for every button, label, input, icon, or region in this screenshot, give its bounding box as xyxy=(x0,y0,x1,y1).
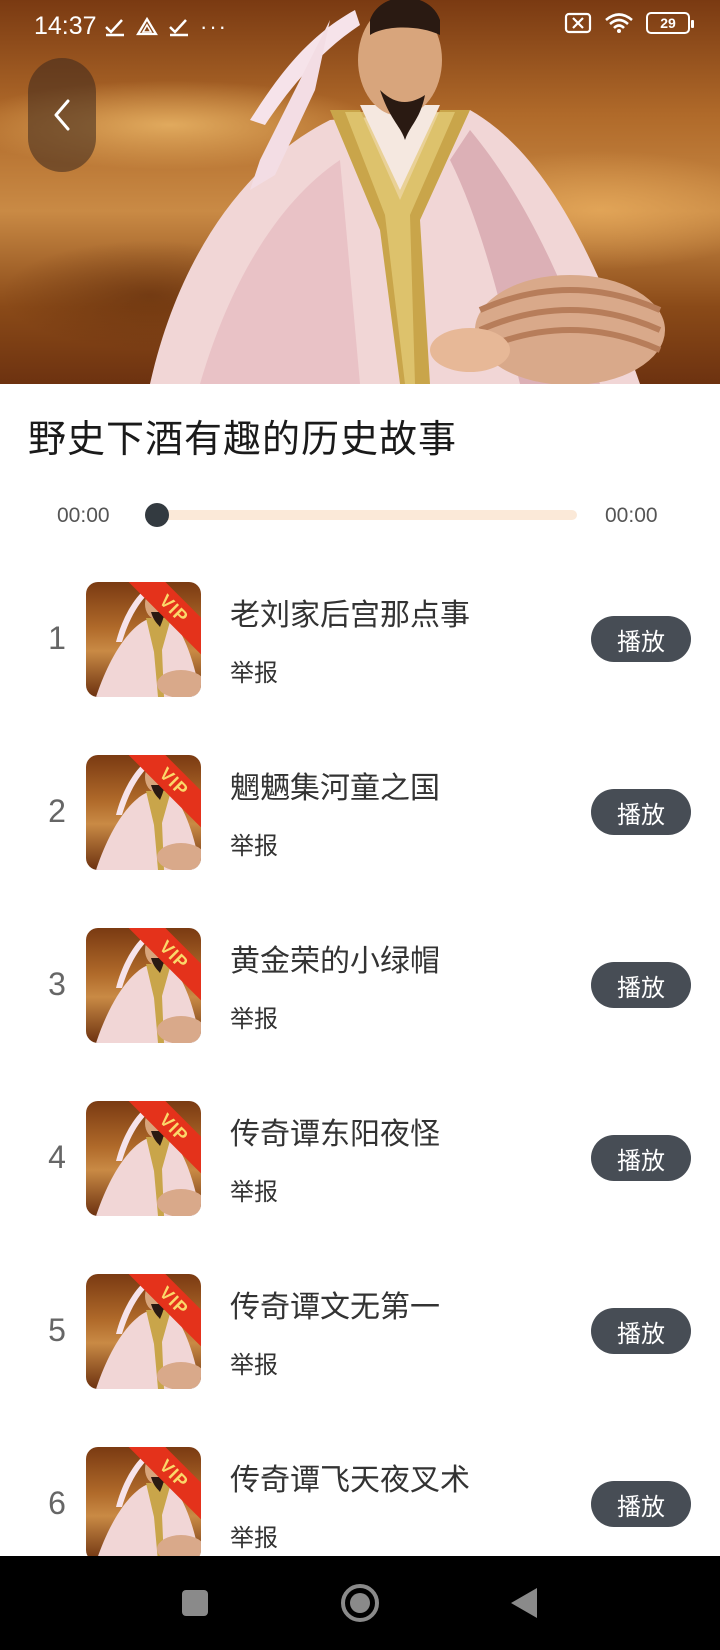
status-time: 14:37 xyxy=(34,12,97,40)
report-link[interactable]: 举报 xyxy=(230,1518,278,1553)
home-button[interactable] xyxy=(300,1556,420,1650)
playback-progress: 00:00 00:00 xyxy=(0,496,720,536)
track-cover-thumbnail: VIP xyxy=(86,582,201,697)
report-link[interactable]: 举报 xyxy=(230,1172,278,1207)
track-title: 魍魉集河童之国 xyxy=(230,771,440,806)
more-dots-icon: ··· xyxy=(200,14,228,39)
play-button[interactable]: 播放 xyxy=(591,616,691,662)
sage-thumbnail-illustration xyxy=(96,1453,201,1562)
track-cover-thumbnail: VIP xyxy=(86,928,201,1043)
drive-icon xyxy=(136,17,158,36)
track-index: 6 xyxy=(48,1485,66,1521)
sage-thumbnail-illustration xyxy=(96,761,201,870)
system-back-button[interactable] xyxy=(464,1556,584,1650)
recents-button[interactable] xyxy=(135,1556,255,1650)
track-title: 传奇谭东阳夜怪 xyxy=(230,1117,440,1152)
album-title: 野史下酒有趣的历史故事 xyxy=(28,417,458,461)
track-cover-thumbnail: VIP xyxy=(86,755,201,870)
check-download-icon xyxy=(169,19,188,37)
play-button[interactable]: 播放 xyxy=(591,1135,691,1181)
progress-slider[interactable] xyxy=(145,503,577,527)
track-list-item[interactable]: 4 VIP 传奇谭东阳夜怪 举报 播放 xyxy=(0,1087,720,1260)
back-button[interactable] xyxy=(28,58,96,172)
track-list-item[interactable]: 2 VIP 魍魉集河童之国 举报 播放 xyxy=(0,741,720,914)
battery-icon: 29 xyxy=(646,12,694,34)
track-title: 传奇谭文无第一 xyxy=(230,1290,440,1325)
album-cover-banner xyxy=(0,0,720,384)
track-list-item[interactable]: 1 VIP 老刘家后宫那点事 举报 播放 xyxy=(0,568,720,741)
wifi-icon xyxy=(605,13,633,33)
track-index: 3 xyxy=(48,966,66,1002)
report-link[interactable]: 举报 xyxy=(230,999,278,1034)
home-circle-icon xyxy=(341,1584,379,1622)
check-download-icon xyxy=(105,19,124,37)
track-index: 5 xyxy=(48,1312,66,1348)
no-sim-icon xyxy=(564,12,592,34)
track-cover-thumbnail: VIP xyxy=(86,1274,201,1389)
play-button[interactable]: 播放 xyxy=(591,789,691,835)
sage-thumbnail-illustration xyxy=(96,1107,201,1216)
sage-thumbnail-illustration xyxy=(96,588,201,697)
report-link[interactable]: 举报 xyxy=(230,653,278,688)
recents-square-icon xyxy=(182,1590,208,1616)
report-link[interactable]: 举报 xyxy=(230,826,278,861)
progress-thumb[interactable] xyxy=(145,503,169,527)
track-list: 1 VIP 老刘家后宫那点事 举报 播放 2 VIP 魍魉集河童之国 举报 播放… xyxy=(0,568,720,1606)
sage-figure-illustration xyxy=(150,0,665,384)
sage-thumbnail-illustration xyxy=(96,1280,201,1389)
report-link[interactable]: 举报 xyxy=(230,1345,278,1380)
current-time: 00:00 xyxy=(57,504,110,527)
track-index: 2 xyxy=(48,793,66,829)
track-cover-thumbnail: VIP xyxy=(86,1101,201,1216)
sage-thumbnail-illustration xyxy=(96,934,201,1043)
total-time: 00:00 xyxy=(605,504,658,527)
chevron-left-icon xyxy=(54,99,70,131)
status-system-icons: 29 xyxy=(564,12,694,34)
status-bar: 14:37 ··· 29 xyxy=(0,0,720,54)
track-title: 黄金荣的小绿帽 xyxy=(230,944,440,979)
status-notification-icons: ··· xyxy=(104,14,228,40)
back-triangle-icon xyxy=(511,1588,537,1618)
track-list-item[interactable]: 3 VIP 黄金荣的小绿帽 举报 播放 xyxy=(0,914,720,1087)
play-button[interactable]: 播放 xyxy=(591,1308,691,1354)
track-index: 4 xyxy=(48,1139,66,1175)
track-list-item[interactable]: 5 VIP 传奇谭文无第一 举报 播放 xyxy=(0,1260,720,1433)
track-index: 1 xyxy=(48,620,66,656)
track-title: 老刘家后宫那点事 xyxy=(230,598,470,633)
play-button[interactable]: 播放 xyxy=(591,962,691,1008)
play-button[interactable]: 播放 xyxy=(591,1481,691,1527)
system-navigation-bar xyxy=(0,1556,720,1650)
track-cover-thumbnail: VIP xyxy=(86,1447,201,1562)
track-title: 传奇谭飞天夜叉术 xyxy=(230,1463,470,1498)
